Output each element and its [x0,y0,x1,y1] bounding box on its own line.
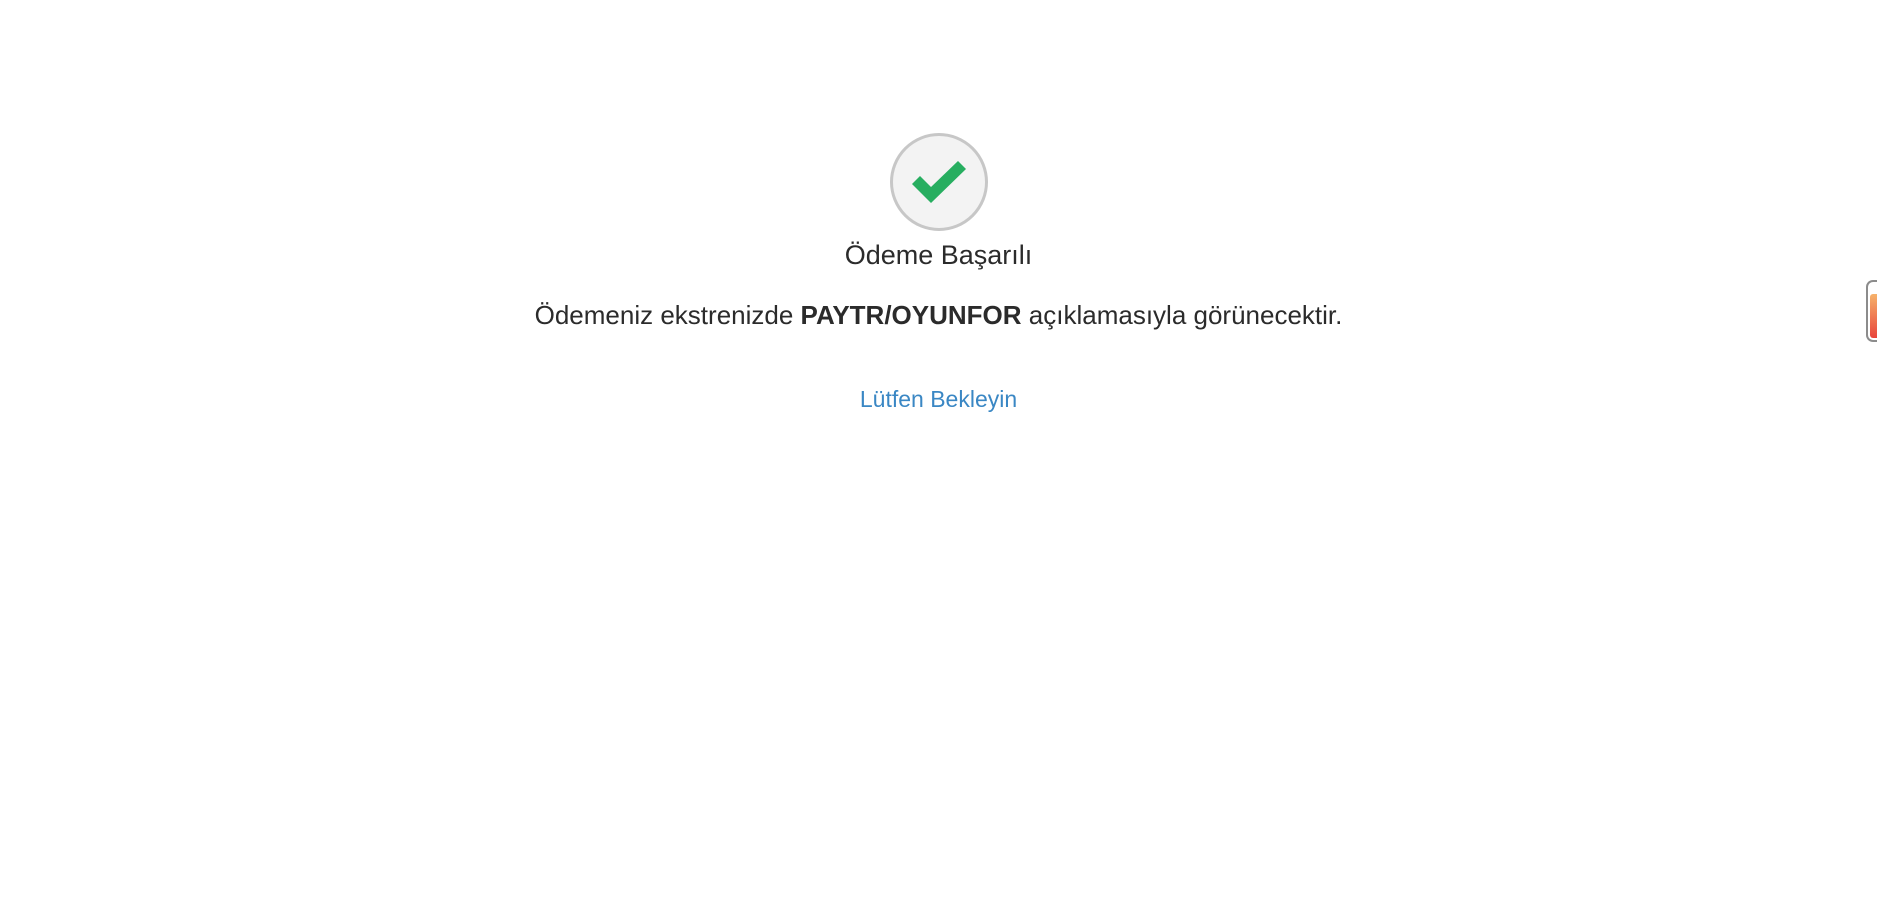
checkmark-icon [911,161,966,203]
statement-message-suffix: açıklamasıyla görünecektir. [1021,300,1343,330]
please-wait-link[interactable]: Lütfen Bekleyin [860,384,1017,414]
payment-result-panel: Ödeme Başarılı Ödemeniz ekstrenizde PAYT… [0,133,1877,414]
statement-message: Ödemeniz ekstrenizde PAYTR/OYUNFOR açıkl… [535,298,1343,332]
statement-message-prefix: Ödemeniz ekstrenizde [534,300,801,330]
success-badge [889,133,988,231]
status-title: Ödeme Başarılı [844,240,1033,270]
side-tab-widget[interactable] [1866,280,1877,342]
statement-descriptor: PAYTR/OYUNFOR [800,300,1022,330]
side-tab-icon [1870,294,1877,338]
payment-result-page: Ödeme Başarılı Ödemeniz ekstrenizde PAYT… [0,0,1877,911]
